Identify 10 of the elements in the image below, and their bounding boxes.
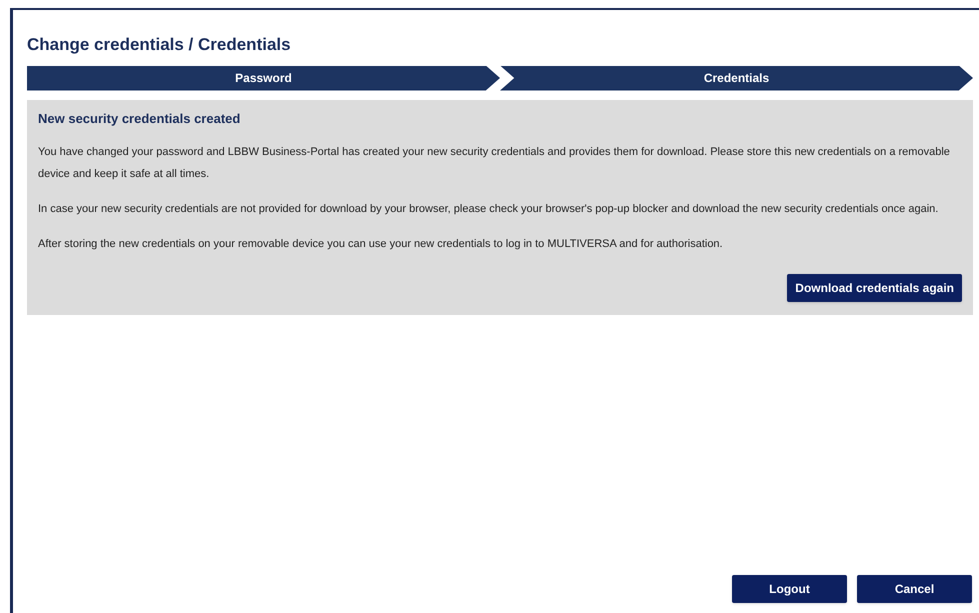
message-paragraph: You have changed your password and LBBW Business-Portal has created your new security credentials and provides them for download. Please store this new credentials on a removable device and keep it safe at all times.	[38, 145, 951, 182]
message-paragraph: In case your new security credentials are not provided for download by your browser, please check your browser's pop-up blocker and download the new security credentials once again.	[38, 202, 940, 217]
window-title: Change credentials / Credentials	[27, 34, 292, 56]
step-chevron: Password	[27, 66, 500, 90]
download-button[interactable]: Download credentials again	[787, 274, 962, 302]
step-chevron: Credentials	[500, 66, 973, 90]
logout-button[interactable]: Logout	[732, 575, 847, 603]
message-paragraph: After storing the new credentials on your removable device you can use your new credentials to log in to MULTIVERSA and for authorisation.	[38, 237, 724, 252]
panel-heading: New security credentials created	[38, 110, 242, 128]
cancel-button[interactable]: Cancel	[857, 575, 972, 603]
